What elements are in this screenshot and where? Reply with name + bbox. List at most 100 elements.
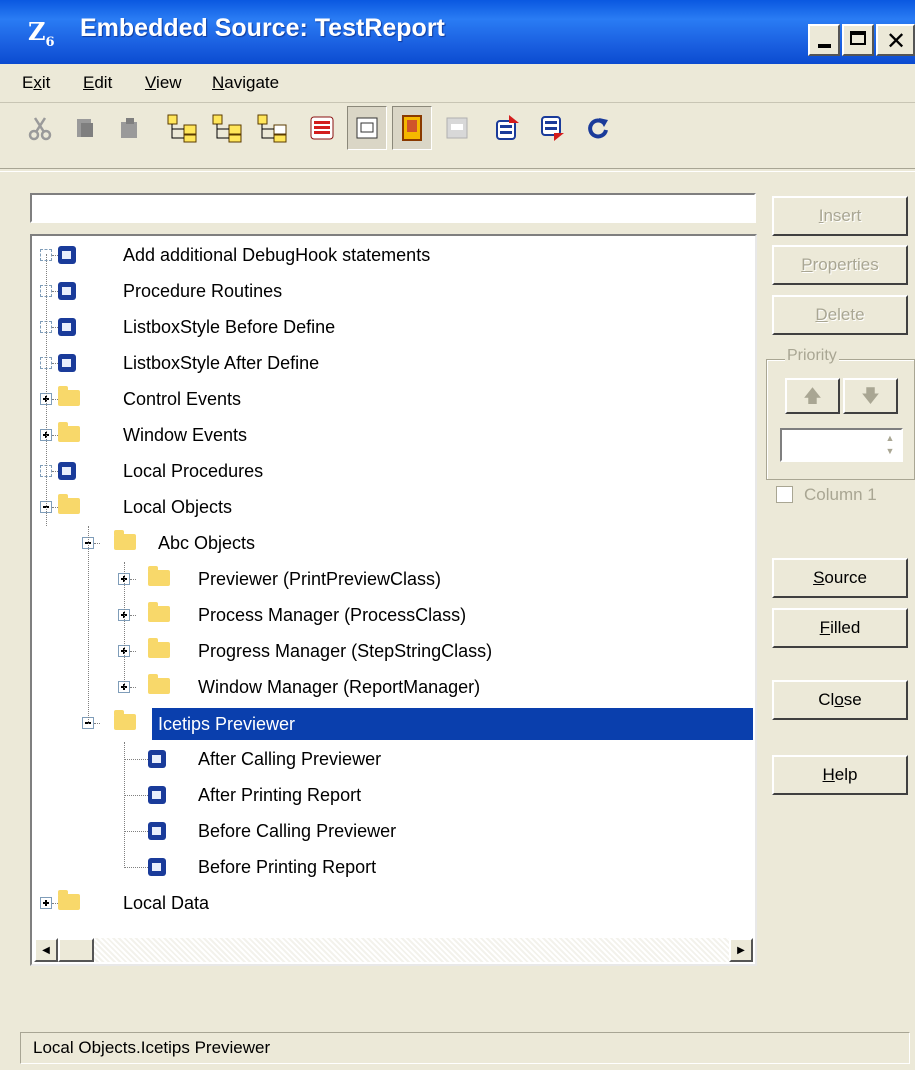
tree-item[interactable]: Icetips Previewer (32, 706, 755, 742)
menu-label: Navigate (212, 73, 280, 92)
scroll-thumb[interactable] (58, 938, 94, 962)
locator-field[interactable] (30, 193, 756, 223)
folder-icon (148, 602, 170, 622)
priority-down-button[interactable]: 🡇 (843, 378, 898, 414)
horizontal-scrollbar[interactable]: ◀ ▶ (34, 938, 753, 962)
status-bar: Local Objects.Icetips Previewer (20, 1032, 910, 1064)
folder-icon (114, 530, 136, 550)
toolbar (10, 106, 915, 158)
tree-item-label: Abc Objects (158, 533, 256, 553)
tree-branch-icon[interactable] (253, 106, 293, 150)
menu-bar: Exit Edit View Navigate (0, 64, 915, 103)
tree-item[interactable]: Local Data (32, 886, 755, 922)
folder-icon (58, 494, 80, 514)
menu-exit[interactable]: Exit (22, 73, 50, 93)
tree-item-label: ListboxStyle After Define (123, 353, 320, 373)
spin-arrows-icon[interactable]: ▲ ▼ (881, 432, 899, 458)
scroll-right-button[interactable]: ▶ (729, 938, 753, 962)
tree-item[interactable]: Local Procedures (32, 454, 755, 490)
priority-up-button[interactable]: 🡅 (785, 378, 840, 414)
embed-view-icon[interactable] (347, 106, 387, 150)
tree-item-label: Window Events (123, 425, 248, 445)
tree-item[interactable]: Window Manager (ReportManager) (32, 670, 755, 706)
template-icon[interactable] (437, 106, 477, 150)
close-window-button[interactable]: ✕ (876, 24, 915, 56)
tree-item[interactable]: Window Events (32, 418, 755, 454)
properties-button[interactable]: Properties (772, 245, 908, 285)
move-down-icon[interactable] (533, 106, 573, 150)
tree-item-label: Progress Manager (StepStringClass) (198, 641, 493, 661)
tree-item[interactable]: After Calling Previewer (32, 742, 755, 778)
arrow-down-icon: 🡇 (861, 386, 880, 406)
expand-icon[interactable] (40, 897, 52, 909)
embed-point-icon (58, 282, 76, 300)
help-button[interactable]: Help (772, 755, 908, 795)
tree-item-label-selected: Icetips Previewer (152, 708, 753, 740)
tree-item[interactable]: Local Objects (32, 490, 755, 526)
toolbar-separator (0, 168, 915, 172)
tree-connector (130, 651, 136, 652)
title-bar[interactable]: Z6 Embedded Source: TestReport ✕ (0, 0, 915, 64)
move-up-icon[interactable] (488, 106, 528, 150)
folder-icon (148, 566, 170, 586)
folder-icon (114, 710, 136, 730)
embed-point-icon (148, 858, 166, 876)
tree-item[interactable]: ListboxStyle Before Define (32, 310, 755, 346)
tree-guide-line (88, 526, 89, 724)
tree-item-label: Before Printing Report (198, 857, 377, 877)
app-icon[interactable]: Z6 (28, 16, 64, 50)
arrow-up-icon: 🡅 (803, 386, 822, 406)
tree-item-label: Process Manager (ProcessClass) (198, 605, 467, 625)
tree-guide-line (46, 254, 47, 526)
menu-navigate[interactable]: Navigate (212, 73, 279, 93)
tree-item[interactable]: Before Calling Previewer (32, 814, 755, 850)
tree-expand-icon[interactable] (163, 106, 203, 150)
tree-item[interactable]: Abc Objects (32, 526, 755, 562)
scroll-left-button[interactable]: ◀ (34, 938, 58, 962)
copy-icon[interactable] (65, 106, 105, 150)
tree-item[interactable]: ListboxStyle After Define (32, 346, 755, 382)
paste-icon[interactable] (110, 106, 150, 150)
tree-collapse-icon[interactable] (208, 106, 248, 150)
tree-item-label: After Printing Report (198, 785, 362, 805)
priority-spin-field[interactable]: ▲ ▼ (780, 428, 903, 462)
embed-tree[interactable]: ◀ ▶ Add additional DebugHook statements P… (30, 234, 757, 966)
tree-item[interactable]: Procedure Routines (32, 274, 755, 310)
tree-item[interactable]: Control Events (32, 382, 755, 418)
tree-connector (124, 795, 148, 796)
tree-connector (130, 579, 136, 580)
close-button[interactable]: Close (772, 680, 908, 720)
tree-connector (124, 831, 148, 832)
maximize-button[interactable] (842, 24, 874, 56)
tree-item[interactable]: After Printing Report (32, 778, 755, 814)
column-checkbox[interactable] (776, 486, 793, 503)
tree-item-label: Add additional DebugHook statements (123, 245, 431, 265)
filled-only-icon[interactable] (392, 106, 432, 150)
menu-view[interactable]: View (145, 73, 182, 93)
tree-item[interactable]: Progress Manager (StepStringClass) (32, 634, 755, 670)
menu-edit[interactable]: Edit (83, 73, 112, 93)
refresh-icon[interactable] (578, 106, 618, 150)
tree-item[interactable]: Add additional DebugHook statements (32, 238, 755, 274)
tree-item[interactable]: Process Manager (ProcessClass) (32, 598, 755, 634)
tree-connector (94, 723, 100, 724)
tree-connector (94, 543, 100, 544)
folder-icon (148, 674, 170, 694)
filled-button[interactable]: Filled (772, 608, 908, 648)
minimize-button[interactable] (808, 24, 840, 56)
tree-item-label: Procedure Routines (123, 281, 283, 301)
cut-icon[interactable] (20, 106, 60, 150)
tree-item-label: Local Objects (123, 497, 233, 517)
window-title: Embedded Source: TestReport (80, 14, 445, 42)
tree-item[interactable]: Before Printing Report (32, 850, 755, 886)
embed-point-icon (58, 246, 76, 264)
tree-item-label: Control Events (123, 389, 242, 409)
menu-label: View (145, 73, 182, 92)
source-button[interactable]: Source (772, 558, 908, 598)
tree-item[interactable]: Previewer (PrintPreviewClass) (32, 562, 755, 598)
embed-point-icon (58, 462, 76, 480)
menu-label: Edit (83, 73, 113, 92)
delete-button[interactable]: Delete (772, 295, 908, 335)
insert-button[interactable]: Insert (772, 196, 908, 236)
priority-list-icon[interactable] (302, 106, 342, 150)
